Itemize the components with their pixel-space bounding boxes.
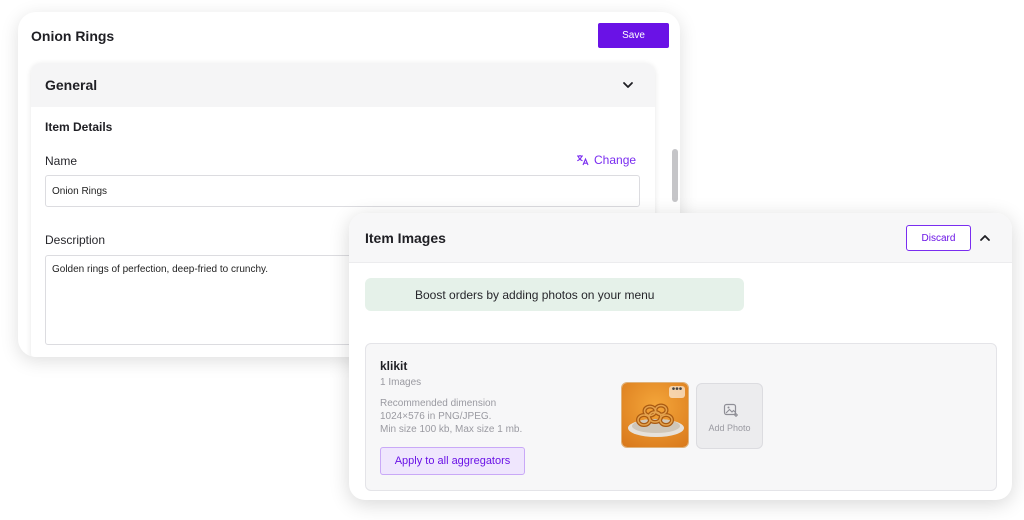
recommendation-line: Min size 100 kb, Max size 1 mb.	[380, 424, 523, 435]
item-title: Onion Rings	[31, 28, 115, 44]
change-language-link[interactable]: Change	[576, 153, 636, 167]
add-photo-label: Add Photo	[708, 423, 751, 433]
image-recommendation: Recommended dimension 1024×576 in PNG/JP…	[380, 397, 580, 436]
add-photo-button[interactable]: Add Photo	[696, 383, 763, 449]
item-images-title: Item Images	[365, 230, 446, 246]
boost-banner: Boost orders by adding photos on your me…	[365, 278, 744, 311]
chevron-down-icon[interactable]	[621, 78, 635, 92]
item-images-header: Item Images Discard	[349, 213, 1012, 263]
save-button[interactable]: Save	[598, 23, 669, 48]
description-label: Description	[45, 233, 106, 247]
recommendation-line: 1024×576 in PNG/JPEG.	[380, 411, 492, 422]
aggregator-name: klikit	[380, 359, 408, 373]
recommendation-line: Recommended dimension	[380, 398, 497, 409]
more-options-icon[interactable]: •••	[669, 385, 685, 398]
name-input[interactable]	[45, 175, 640, 207]
item-images-card: Item Images Discard Boost orders by addi…	[349, 213, 1012, 500]
translate-icon	[577, 155, 589, 166]
general-section-header[interactable]: General	[31, 63, 655, 107]
apply-to-all-button[interactable]: Apply to all aggregators	[380, 447, 525, 475]
scrollbar-thumb[interactable]	[672, 149, 678, 202]
item-photo-thumbnail[interactable]: •••	[621, 382, 689, 448]
chevron-up-icon[interactable]	[978, 231, 992, 245]
editor-header: Onion Rings Save	[18, 12, 680, 62]
aggregator-panel: klikit 1 Images Recommended dimension 10…	[365, 343, 997, 491]
change-label: Change	[594, 153, 637, 167]
item-details-heading: Item Details	[45, 120, 113, 134]
image-count: 1 Images	[380, 377, 422, 388]
discard-button[interactable]: Discard	[906, 225, 971, 251]
general-section-title: General	[45, 77, 98, 93]
add-photo-icon	[723, 403, 738, 417]
name-label: Name	[45, 154, 78, 168]
